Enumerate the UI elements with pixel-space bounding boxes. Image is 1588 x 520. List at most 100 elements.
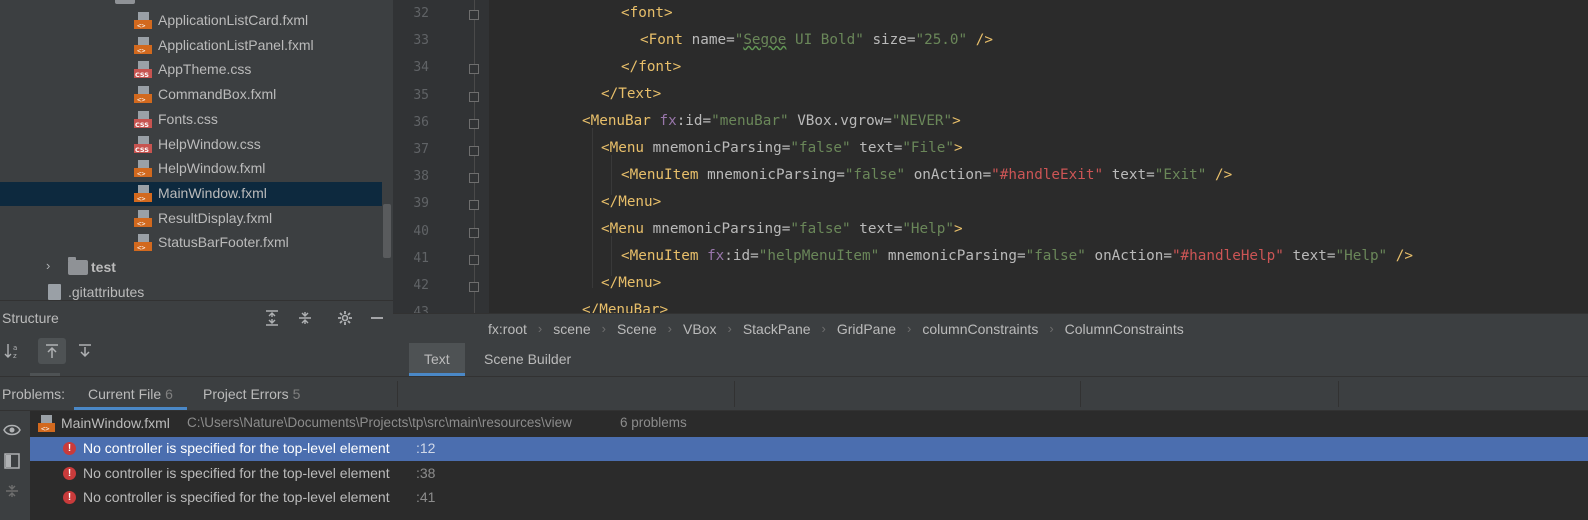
sort-alphabetically-icon[interactable]: az	[2, 340, 24, 362]
svg-text:a: a	[13, 344, 17, 352]
gear-icon[interactable]	[334, 307, 356, 329]
breadcrumb-item[interactable]: scene	[553, 321, 590, 337]
problems-list: <> MainWindow.fxml C:\Users\Nature\Docum…	[30, 411, 1588, 520]
fxml-file-icon: <>	[134, 86, 152, 104]
fxml-file-icon: <>	[134, 36, 152, 55]
tree-item[interactable]: <> StatusBarFooter.fxml	[0, 231, 382, 255]
problems-panel: Problems: Current File 6 Project Errors 5 …	[0, 376, 1588, 520]
tree-item[interactable]: CSS AppTheme.css	[0, 58, 382, 82]
preview-icon[interactable]	[4, 453, 20, 473]
fold-marker-icon[interactable]	[469, 146, 479, 156]
breadcrumb-item[interactable]: VBox	[683, 321, 716, 337]
tree-item[interactable]: <> HelpWindow.fxml	[0, 157, 382, 181]
tree-item-label: .gitattributes	[68, 284, 145, 300]
tree-item-label: HelpWindow.fxml	[158, 160, 266, 177]
editor-gutter: 32 33 34 35 36 37 38 39 40 41 42 43	[393, 0, 489, 313]
tab-project-errors[interactable]: Project Errors 5	[203, 377, 300, 410]
collapse-all-icon[interactable]	[294, 307, 316, 329]
code-line-33: <Font name="Segoe UI Bold" size="25.0" /…	[640, 32, 993, 48]
problem-line: :41	[416, 489, 436, 506]
eye-icon[interactable]	[3, 423, 21, 441]
problem-line: :12	[416, 440, 436, 456]
tree-item[interactable]: <> CommandBox.fxml	[0, 83, 382, 107]
tree-item-label: Fonts.css	[158, 110, 218, 127]
tree-item-label: StatusBarFooter.fxml	[158, 234, 289, 251]
css-file-icon: CSS	[134, 61, 152, 79]
problem-item[interactable]: ! No controller is specified for the top-…	[30, 437, 1588, 461]
tab-text[interactable]: Text	[409, 343, 465, 376]
tree-item[interactable]: <> ResultDisplay.fxml	[0, 207, 382, 231]
fold-marker-icon[interactable]	[469, 282, 479, 292]
tree-item-label: CommandBox.fxml	[158, 86, 277, 103]
tab-project-errors-count: 5	[292, 386, 301, 402]
fold-marker-icon[interactable]	[469, 118, 479, 129]
fold-marker-icon[interactable]	[469, 173, 479, 184]
tab-project-errors-label: Project Errors	[203, 386, 289, 402]
tree-item[interactable]: <> ApplicationListPanel.fxml	[0, 34, 382, 58]
fold-marker-icon[interactable]	[469, 200, 479, 211]
fold-marker-icon[interactable]	[469, 91, 479, 102]
breadcrumb: fx:root › scene › Scene › VBox › StackPane › GridP…	[393, 313, 1588, 343]
problems-file-row[interactable]: <> MainWindow.fxml C:\Users\Nature\Docum…	[30, 412, 1588, 436]
breadcrumb-separator-icon: ›	[727, 321, 732, 336]
fxml-file-icon: <>	[134, 160, 152, 178]
fold-marker-icon[interactable]	[469, 254, 479, 265]
show-fields-icon[interactable]	[74, 340, 96, 362]
breadcrumb-item[interactable]: GridPane	[837, 321, 896, 337]
breadcrumb-item[interactable]: StackPane	[743, 321, 811, 337]
chevron-right-icon[interactable]: ›	[46, 258, 50, 273]
expand-icon[interactable]	[4, 483, 20, 503]
show-inherited-icon[interactable]	[38, 338, 66, 364]
tree-item-test[interactable]: › test	[0, 256, 382, 280]
fold-marker-icon[interactable]	[469, 64, 479, 75]
breadcrumb-separator-icon: ›	[821, 321, 826, 336]
tree-item-label: HelpWindow.css	[158, 135, 261, 152]
breadcrumb-item[interactable]: ColumnConstraints	[1065, 321, 1184, 337]
structure-title: Structure	[2, 310, 59, 326]
folder-icon	[115, 0, 135, 4]
fold-marker-icon[interactable]	[469, 10, 479, 20]
problem-item[interactable]: ! No controller is specified for the top-…	[30, 462, 1588, 486]
project-tree: <> ApplicationListCard.fxml <> ApplicationL…	[0, 0, 393, 300]
problems-file-path: C:\Users\Nature\Documents\Projects\tp\sr…	[187, 415, 572, 430]
tab-scene-builder[interactable]: Scene Builder	[469, 343, 586, 376]
svg-text:<>: <>	[137, 244, 145, 252]
fold-marker-icon[interactable]	[469, 227, 479, 238]
tree-item-gitattributes[interactable]: .gitattributes	[0, 281, 382, 300]
tree-item[interactable]: CSS HelpWindow.css	[0, 133, 382, 157]
minimize-icon[interactable]	[366, 307, 388, 329]
problem-message: No controller is specified for the top-l…	[83, 489, 390, 506]
expand-all-icon[interactable]	[261, 307, 283, 329]
breadcrumb-separator-icon: ›	[601, 321, 606, 336]
tab-current-file-count: 6	[165, 386, 173, 402]
tree-item[interactable]: <> MainWindow.fxml	[0, 181, 382, 206]
svg-text:<>: <>	[137, 220, 145, 228]
breadcrumb-item[interactable]: Scene	[617, 321, 657, 337]
tree-item[interactable]: <> ApplicationListCard.fxml	[0, 9, 382, 33]
breadcrumb-item[interactable]: columnConstraints	[922, 321, 1038, 337]
tree-item[interactable]: CSS Fonts.css	[0, 108, 382, 132]
error-icon: !	[63, 442, 76, 455]
problems-label: Problems:	[2, 386, 66, 402]
error-icon: !	[63, 466, 76, 480]
line-number: 42	[413, 278, 429, 293]
code-line-39: </Menu>	[601, 194, 662, 210]
svg-text:<>: <>	[137, 47, 145, 55]
problem-item[interactable]: ! No controller is specified for the top-…	[30, 486, 1588, 510]
fxml-file-icon: <>	[38, 415, 55, 436]
code-line-32: <font>	[621, 5, 673, 21]
line-number: 37	[413, 142, 429, 157]
line-number: 39	[413, 196, 429, 212]
tab-current-file[interactable]: Current File 6	[74, 377, 187, 410]
breadcrumb-item[interactable]: fx:root	[488, 321, 527, 337]
tree-item-label: test	[91, 259, 116, 275]
tab-current-file-label: Current File	[88, 386, 162, 402]
svg-text:<>: <>	[41, 425, 49, 433]
tree-item-label: ApplicationListPanel.fxml	[158, 36, 314, 53]
tree-item-label: ResultDisplay.fxml	[158, 209, 273, 226]
problem-line: :38	[416, 464, 436, 481]
problem-message: No controller is specified for the top-l…	[83, 440, 390, 456]
tree-scrollbar[interactable]	[383, 204, 391, 258]
code-editor[interactable]: 32 33 34 35 36 37 38 39 40 41 42 43 <font> <Font na…	[393, 0, 1588, 313]
svg-text:<>: <>	[137, 22, 145, 30]
